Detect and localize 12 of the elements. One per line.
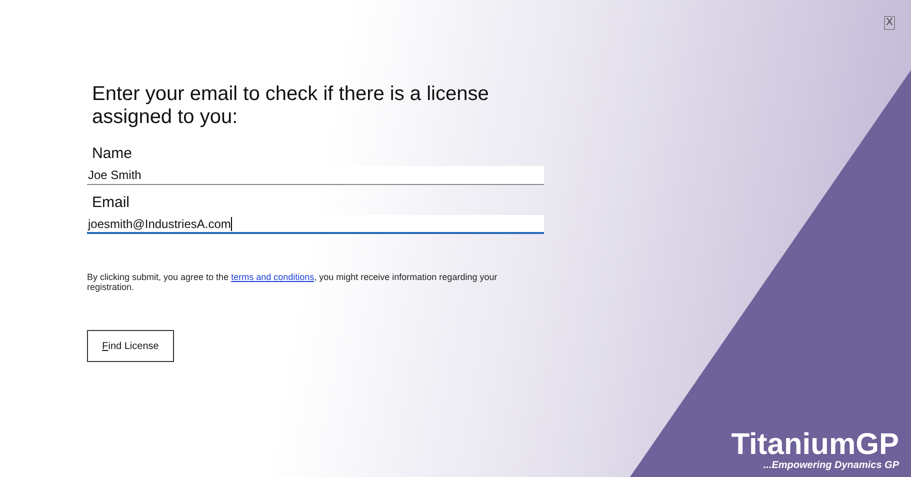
heading: Enter your email to check if there is a license assigned to you: <box>91 83 490 129</box>
logo-tagline: ...Empowering Dynamics GP <box>763 460 899 472</box>
field-label: Name <box>91 145 134 163</box>
text-field[interactable]: Joe Smith <box>87 166 544 185</box>
terms-link[interactable]: terms and conditions <box>231 272 314 282</box>
logo-wordmark: TitaniumGP <box>731 430 899 460</box>
find-license-button[interactable]: Find License <box>87 330 174 362</box>
terms-notice: By clicking submit, you agree to the terms and conditions, you might receive information regarding your registration. <box>87 272 498 292</box>
text-cursor <box>230 216 232 230</box>
field-label: Email <box>91 194 131 212</box>
text-field[interactable]: joesmith@IndustriesA.com <box>87 215 544 234</box>
close-button[interactable]: X <box>884 16 895 30</box>
